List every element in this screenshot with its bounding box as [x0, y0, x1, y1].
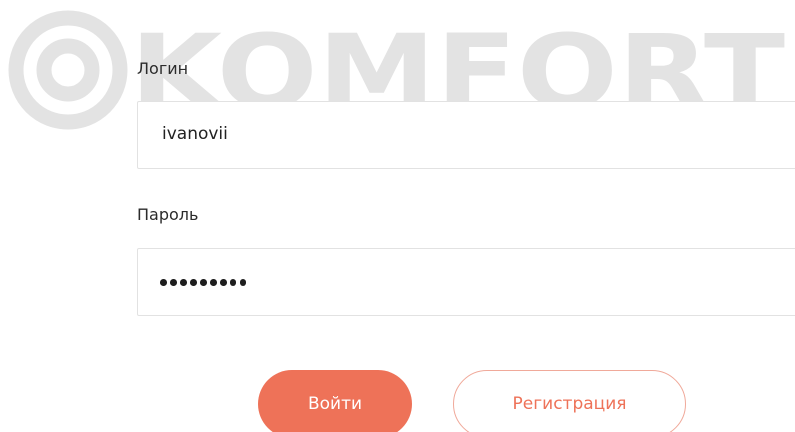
password-dot [179, 279, 187, 286]
password-dot [239, 279, 247, 286]
password-mask[interactable] [160, 279, 247, 286]
password-dot [229, 279, 237, 286]
login-value[interactable]: ivanovii [162, 124, 228, 144]
login-page: KOMFORT Логин ivanovii Пароль Войти Реги… [0, 0, 795, 432]
login-label: Логин [137, 59, 189, 78]
login-button[interactable]: Войти [258, 370, 412, 432]
watermark-ring-inner [36, 38, 100, 102]
watermark-ring [8, 10, 128, 130]
password-dot [169, 279, 177, 286]
register-button[interactable]: Регистрация [453, 370, 686, 432]
password-dot [209, 279, 217, 286]
password-dot [160, 279, 167, 286]
login-field[interactable]: ivanovii [137, 101, 795, 169]
password-dot [199, 279, 207, 286]
password-label: Пароль [137, 205, 199, 224]
password-dot [189, 279, 197, 286]
password-dot [219, 279, 227, 286]
password-field[interactable] [137, 248, 795, 316]
